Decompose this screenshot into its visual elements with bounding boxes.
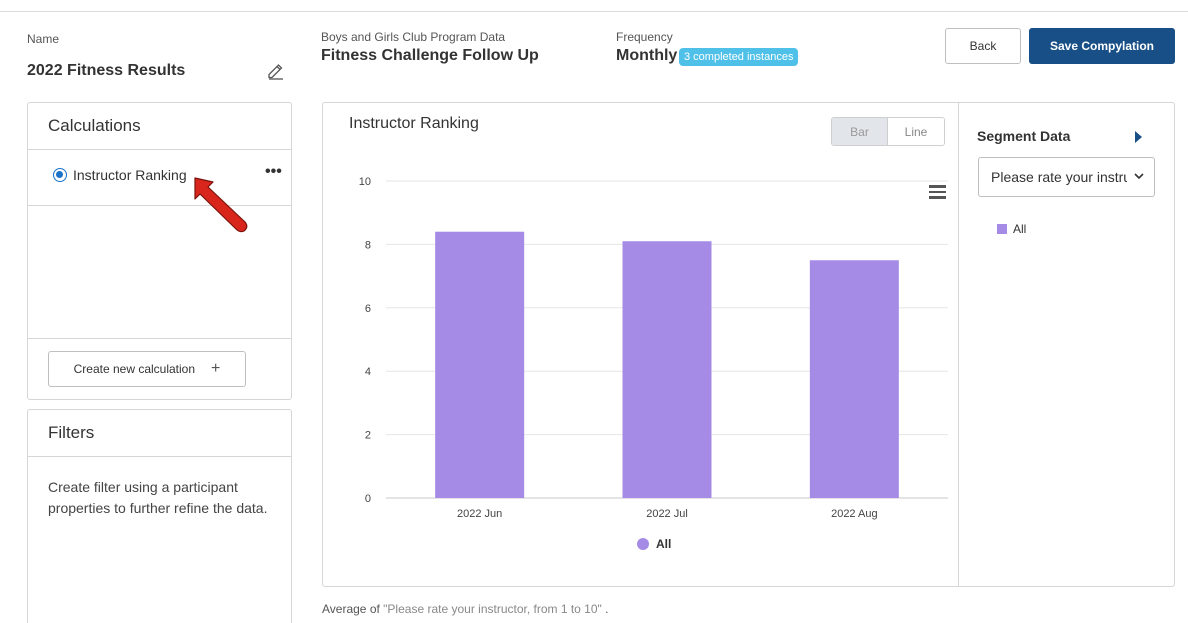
chart-menu-icon[interactable]	[929, 185, 946, 199]
chevron-down-icon	[1134, 173, 1144, 180]
segment-select-value: Please rate your instructor, from 1 to 1…	[991, 169, 1127, 185]
save-compylation-button[interactable]: Save Compylation	[1029, 28, 1175, 64]
chart-title: Instructor Ranking	[349, 115, 479, 132]
caret-right-icon[interactable]	[1135, 131, 1142, 143]
segment-legend-swatch	[997, 224, 1007, 234]
bar	[435, 231, 525, 498]
footnote: Average of "Please rate your instructor,…	[322, 602, 608, 616]
filters-panel: Filters Create filter using a participan…	[27, 409, 292, 623]
footnote-question: "Please rate your instructor, from 1 to …	[383, 602, 602, 616]
y-tick-label: 0	[365, 493, 371, 505]
chart-type-toggle: Bar Line	[831, 117, 945, 146]
segment-legend: All	[997, 222, 1026, 236]
segment-data-title: Segment Data	[977, 128, 1071, 144]
x-tick-label: 2022 Jun	[457, 508, 502, 520]
filters-help-text: Create filter using a participant proper…	[48, 479, 268, 516]
y-tick-label: 10	[359, 176, 371, 188]
calculation-radio[interactable]	[53, 168, 67, 182]
calculations-title: Calculations	[28, 103, 291, 150]
top-border	[0, 11, 1188, 12]
legend-marker	[637, 538, 649, 550]
filters-title: Filters	[28, 410, 291, 457]
instances-badge: 3 completed instances	[679, 48, 799, 66]
bar-chart: 0 2 4 6 8 10 2022 Jun 2022 Jul 2022 Aug All	[359, 176, 948, 551]
segment-divider	[958, 103, 959, 586]
calculation-label[interactable]: Instructor Ranking	[73, 167, 187, 183]
annotation-arrow	[194, 177, 248, 233]
dataset-value: Fitness Challenge Follow Up	[321, 47, 539, 64]
calculations-divider	[28, 338, 291, 339]
more-options-icon[interactable]: •••	[265, 163, 282, 181]
edit-icon[interactable]	[267, 62, 285, 80]
bar	[809, 260, 899, 498]
line-toggle-button[interactable]: Line	[888, 118, 944, 145]
bar-toggle-button[interactable]: Bar	[832, 118, 888, 145]
back-button[interactable]: Back	[945, 28, 1021, 64]
compylation-name: 2022 Fitness Results	[27, 62, 186, 79]
create-calculation-label: Create new calculation	[73, 362, 196, 376]
chart-panel: 0 2 4 6 8 10 2022 Jun 2022 Jul 2022 Aug All Instr…	[322, 102, 1175, 587]
legend-label: All	[656, 537, 671, 551]
frequency-value: Monthly	[616, 47, 678, 64]
y-tick-label: 8	[365, 239, 371, 251]
y-tick-label: 6	[365, 303, 371, 315]
calculations-panel: Calculations Instructor Ranking ••• Crea…	[27, 102, 292, 400]
plus-icon: +	[211, 360, 221, 377]
create-calculation-button[interactable]: Create new calculation +	[48, 351, 246, 387]
dataset-label: Boys and Girls Club Program Data	[321, 30, 506, 44]
segment-question-select[interactable]: Please rate your instructor, from 1 to 1…	[978, 157, 1155, 197]
bar	[622, 241, 712, 499]
footnote-prefix: Average of	[322, 602, 380, 616]
y-tick-label: 2	[365, 430, 371, 442]
footnote-suffix: .	[605, 602, 609, 616]
x-tick-label: 2022 Aug	[831, 508, 878, 520]
frequency-label: Frequency	[616, 30, 673, 44]
segment-legend-label: All	[1013, 222, 1027, 236]
y-tick-label: 4	[365, 366, 371, 378]
name-label: Name	[27, 32, 60, 46]
x-tick-label: 2022 Jul	[646, 508, 688, 520]
